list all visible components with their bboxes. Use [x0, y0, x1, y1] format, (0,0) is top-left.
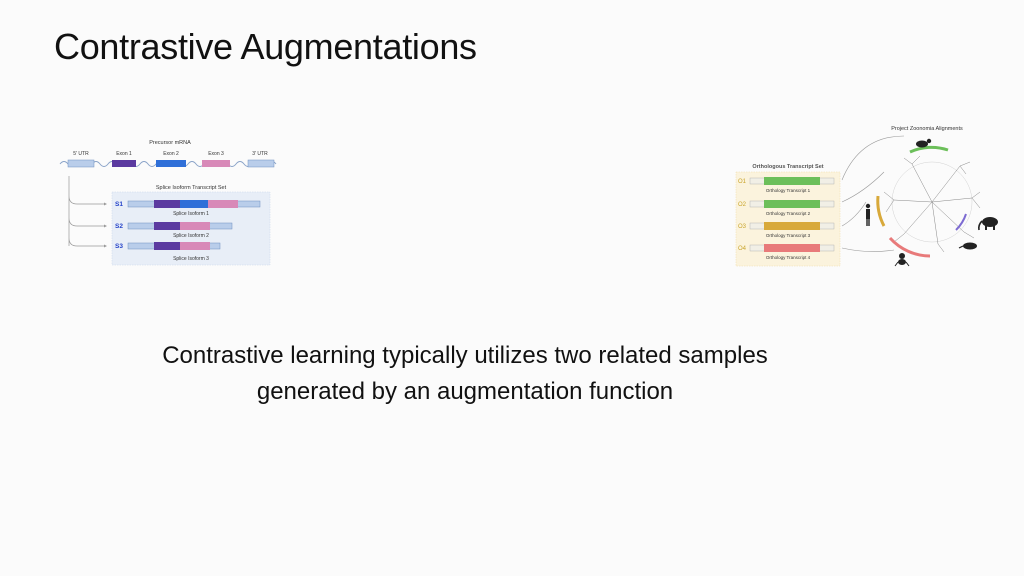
isoform-2-exon1: [154, 222, 180, 230]
ortholog-4-label: Orthology Transcript 4: [766, 255, 811, 260]
ortholog-4-block: [764, 244, 820, 252]
caption: Contrastive learning typically utilizes …: [0, 338, 930, 410]
ortholog-3-block: [764, 222, 820, 230]
monkey-icon: [894, 253, 910, 267]
ortholog-3-id: O3: [738, 224, 747, 230]
isoform-2-exon3: [180, 222, 210, 230]
isoform-3-exon3: [180, 242, 210, 250]
ortholog-diagram: Project Zoonomia Alignments Orthologous …: [735, 126, 998, 267]
alignments-label: Project Zoonomia Alignments: [891, 126, 963, 132]
ortholog-1-label: Orthology Transcript 1: [766, 188, 811, 193]
isoform-3-label: Splice Isoform 3: [173, 256, 209, 262]
utr3-label: 3' UTR: [252, 151, 268, 157]
isoform-1-exon3: [208, 200, 238, 208]
exon3-label: Exon 3: [208, 151, 224, 157]
isoform-1-label: Splice Isoform 1: [173, 211, 209, 217]
ortholog-1-block: [764, 177, 820, 185]
isoform-3-id: S3: [115, 243, 123, 250]
ortholog-2-block: [764, 200, 820, 208]
caption-line-1: Contrastive learning typically utilizes …: [162, 342, 768, 369]
splice-arrows: [68, 176, 106, 247]
ortholog-2-id: O2: [738, 202, 747, 208]
utr5-block: [67, 159, 95, 168]
ortholog-arrows: [841, 135, 905, 252]
utr5-label: 5' UTR: [73, 151, 89, 157]
ortholog-1-id: O1: [738, 179, 747, 185]
isoform-1-exon1: [154, 200, 180, 208]
isoform-set-title: Splice Isoform Transcript Set: [156, 185, 227, 191]
ortholog-4-id: O4: [738, 246, 747, 252]
ortholog-3-label: Orthology Transcript 3: [766, 233, 811, 238]
caption-line-2: generated by an augmentation function: [256, 378, 674, 405]
arrowheads: [104, 202, 107, 248]
splice-isoform-diagram: Precursor mRNA 5' UTR Exon 1 Exon 2 Exon…: [59, 140, 277, 266]
ortholog-set-title: Orthologous Transcript Set: [752, 164, 823, 170]
elephant-icon: [978, 217, 998, 231]
exon1-label: Exon 1: [116, 151, 132, 157]
isoform-1-id: S1: [115, 201, 123, 208]
utr3-block: [247, 159, 275, 168]
slide-title: Contrastive Augmentations: [54, 26, 477, 67]
exon2-block: [156, 160, 186, 167]
human-icon: [865, 203, 871, 226]
isoform-1-exon2: [180, 200, 208, 208]
exon1-block: [112, 160, 136, 167]
ortholog-2-label: Orthology Transcript 2: [766, 211, 811, 216]
exon2-label: Exon 2: [163, 151, 179, 157]
isoform-2-label: Splice Isoform 2: [173, 233, 209, 239]
exon3-block: [202, 160, 230, 167]
precursor-label: Precursor mRNA: [149, 140, 191, 146]
phylogenetic-tree: [876, 145, 981, 258]
isoform-2-id: S2: [115, 223, 123, 230]
isoform-3-exon1: [154, 242, 180, 250]
armadillo-icon: [958, 242, 977, 250]
